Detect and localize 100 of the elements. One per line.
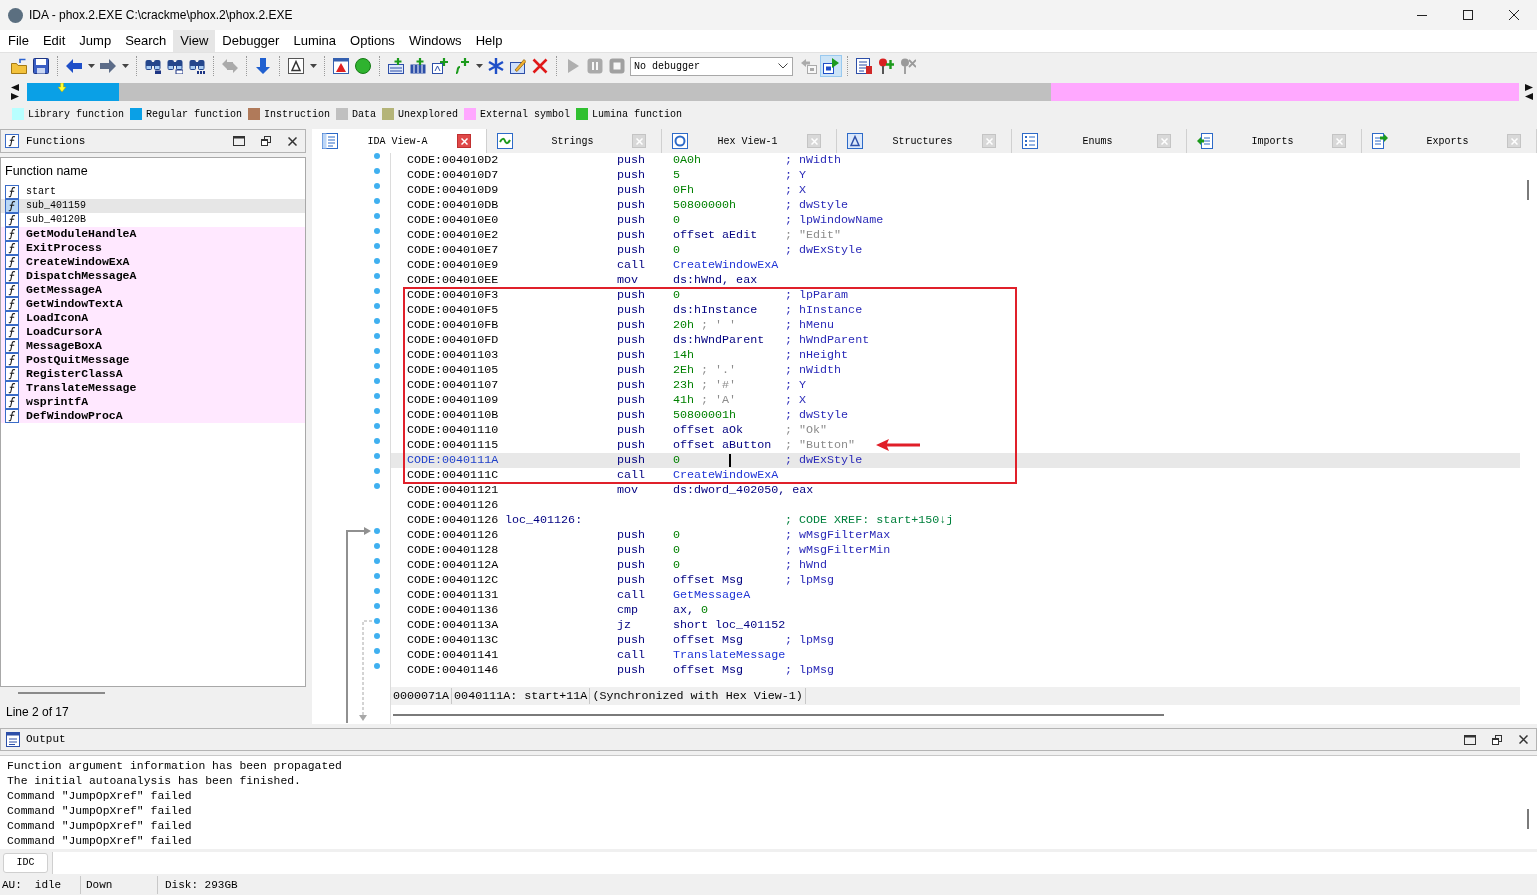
toolbar-button[interactable] bbox=[820, 55, 842, 77]
function-list-item[interactable]: DefWindowProcA bbox=[1, 409, 305, 423]
code-comment: ; hWnd bbox=[785, 558, 828, 573]
scroll-arrows-icon[interactable] bbox=[1525, 83, 1533, 100]
function-icon bbox=[5, 395, 19, 409]
triangle-box-icon bbox=[288, 58, 304, 74]
code-operand: CreateWindowExA bbox=[673, 258, 779, 273]
code-operand: 0 bbox=[673, 213, 680, 228]
function-icon bbox=[5, 134, 19, 148]
code-comment: ; lpWindowName bbox=[785, 213, 884, 228]
toolbar-button[interactable] bbox=[853, 55, 875, 77]
status-field: Disk: 293GB bbox=[165, 876, 238, 894]
play-box-icon bbox=[823, 58, 839, 74]
code-mnemonic: push bbox=[617, 573, 646, 587]
function-list-item[interactable]: RegisterClassA bbox=[1, 367, 305, 381]
scrollbar-thumb[interactable] bbox=[1527, 180, 1529, 200]
restore-icon bbox=[1491, 734, 1502, 745]
function-list-item[interactable]: LoadIconA bbox=[1, 311, 305, 325]
code-address: CODE:0040112C bbox=[407, 573, 499, 587]
binoculars-icon bbox=[145, 58, 161, 74]
code-mnemonic: push bbox=[617, 183, 646, 197]
code-comment: ; dwStyle bbox=[785, 408, 849, 423]
function-list-item[interactable]: GetMessageA bbox=[1, 283, 305, 297]
code-operand: offset Msg bbox=[673, 573, 744, 588]
code-address: CODE:00401109 bbox=[407, 393, 499, 407]
code-mnemonic: push bbox=[617, 663, 646, 677]
code-address: CODE:0040112A bbox=[407, 558, 499, 572]
code-comment: ; "Ok" bbox=[785, 423, 828, 438]
toolbar-button[interactable] bbox=[30, 55, 52, 77]
close-icon bbox=[287, 136, 297, 146]
code-address: CODE:00401121 bbox=[407, 483, 499, 497]
function-list-item[interactable]: LoadCursorA bbox=[1, 325, 305, 339]
close-icon bbox=[1510, 137, 1518, 145]
code-comment: ; Y bbox=[785, 168, 807, 183]
code-address: CODE:00401110 bbox=[407, 423, 499, 437]
function-icon bbox=[5, 199, 19, 213]
close-tab-button[interactable] bbox=[457, 134, 471, 148]
code-operand: offset aButton bbox=[673, 438, 772, 453]
right-arrow-icon bbox=[100, 58, 116, 74]
function-icon bbox=[5, 311, 19, 325]
code-comment: ; "Button" bbox=[785, 438, 856, 453]
code-mnemonic: push bbox=[617, 288, 646, 302]
scrollbar-thumb[interactable] bbox=[1527, 809, 1529, 829]
code-comment: ; CODE XREF: start+150↓j bbox=[785, 513, 954, 528]
function-list-item[interactable]: ExitProcess bbox=[1, 241, 305, 255]
function-list-item[interactable]: PostQuitMessage bbox=[1, 353, 305, 367]
toolbar-button[interactable] bbox=[429, 55, 451, 77]
code-operand: short loc_401152 bbox=[673, 618, 786, 633]
code-address: CODE:00401146 bbox=[407, 663, 499, 677]
debugger-select[interactable]: No debugger bbox=[630, 56, 793, 76]
toolbar-button[interactable] bbox=[330, 55, 352, 77]
column-header[interactable]: Function name bbox=[5, 162, 88, 181]
function-list-item[interactable]: MessageBoxA bbox=[1, 339, 305, 353]
toolbar-button[interactable] bbox=[385, 55, 407, 77]
language-button[interactable]: IDC bbox=[3, 852, 48, 873]
status-field: (Synchronized with Hex View-1) bbox=[590, 688, 806, 704]
code-operand: 0 bbox=[673, 288, 680, 303]
navigation-band[interactable] bbox=[27, 82, 1519, 101]
code-mnemonic: call bbox=[617, 648, 646, 662]
code-operand: ds:hWndParent bbox=[673, 333, 765, 348]
code-comment: ; X bbox=[785, 183, 807, 198]
command-input[interactable] bbox=[52, 851, 1537, 874]
code-address: CODE:00401126 bbox=[407, 498, 499, 512]
status-field: Down bbox=[86, 876, 113, 894]
document-lines-icon bbox=[6, 732, 20, 747]
code-address: CODE:00401126 bbox=[407, 513, 499, 527]
function-list-item[interactable]: wsprintfA bbox=[1, 395, 305, 409]
tab[interactable]: IDA View-A bbox=[312, 129, 487, 153]
code-address: CODE:00401103 bbox=[407, 348, 499, 362]
close-icon bbox=[1509, 10, 1519, 20]
code-operand: offset Msg bbox=[673, 633, 744, 648]
function-list-item[interactable]: CreateWindowExA bbox=[1, 255, 305, 269]
code-comment: ; dwExStyle bbox=[785, 243, 863, 258]
binoculars-icon bbox=[189, 58, 205, 74]
code-address: CODE:00401105 bbox=[407, 363, 499, 377]
pencil-window-icon bbox=[510, 58, 526, 74]
code-mnemonic: push bbox=[617, 168, 646, 182]
function-list-item[interactable]: sub_401159 bbox=[1, 199, 305, 213]
scroll-arrows-icon[interactable] bbox=[11, 83, 19, 100]
code-operand: 14h bbox=[673, 348, 695, 363]
code-mnemonic: push bbox=[617, 558, 646, 572]
function-list-item[interactable]: GetWindowTextA bbox=[1, 297, 305, 311]
code-operand: ax, 0 bbox=[673, 603, 709, 618]
function-list-item[interactable]: TranslateMessage bbox=[1, 381, 305, 395]
code-operand: GetMessageA bbox=[673, 588, 751, 603]
code-operand: offset Msg bbox=[673, 663, 744, 678]
toolbar-button[interactable] bbox=[285, 55, 307, 77]
code-mnemonic: push bbox=[617, 438, 646, 452]
function-icon bbox=[5, 241, 19, 255]
document-list-icon bbox=[322, 133, 338, 149]
code-address: CODE:004010E0 bbox=[407, 213, 499, 227]
arrow-box-icon bbox=[801, 58, 817, 74]
code-operand: TranslateMessage bbox=[673, 648, 786, 663]
scrollbar-thumb[interactable] bbox=[393, 713, 1164, 716]
function-list-item[interactable]: DispatchMessageA bbox=[1, 269, 305, 283]
function-list-item[interactable]: GetModuleHandleA bbox=[1, 227, 305, 241]
panel-title: Functions bbox=[26, 133, 86, 149]
maximize-icon bbox=[1463, 734, 1476, 745]
scrollbar-thumb[interactable] bbox=[18, 692, 105, 694]
menu-item[interactable]: View bbox=[173, 30, 216, 52]
